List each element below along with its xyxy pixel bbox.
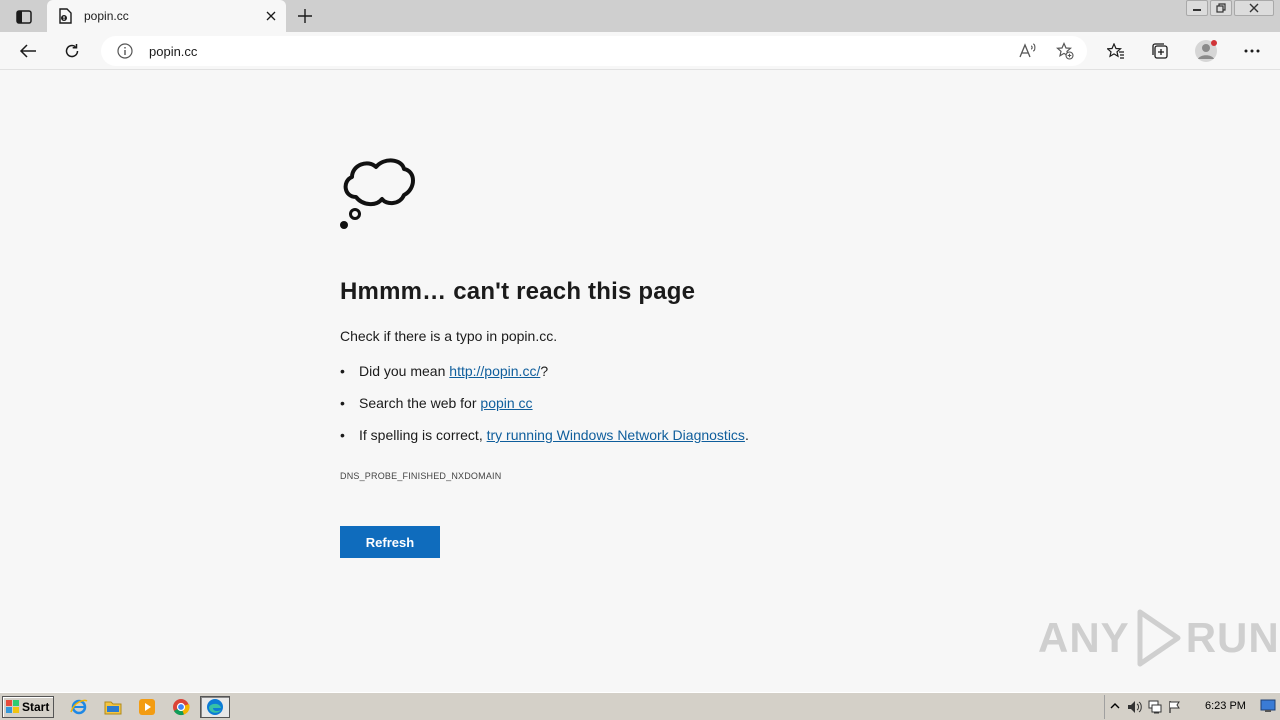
tab-title: popin.cc xyxy=(84,9,129,23)
taskbar: Start 6:23 PM xyxy=(0,692,1280,720)
add-favorite-icon[interactable] xyxy=(1055,41,1075,61)
windows-logo-icon xyxy=(6,700,19,713)
suggestion-item: • Search the web for popin cc xyxy=(340,395,533,411)
read-aloud-icon[interactable] xyxy=(1018,41,1038,61)
tab-strip: popin.cc xyxy=(0,0,1280,32)
back-icon[interactable] xyxy=(14,37,42,65)
site-info-icon[interactable] xyxy=(117,43,133,59)
refresh-button[interactable]: Refresh xyxy=(340,526,440,558)
address-url[interactable]: popin.cc xyxy=(149,44,197,59)
watermark-text-right: RUN xyxy=(1185,614,1280,661)
suggested-url-link[interactable]: http://popin.cc/ xyxy=(449,363,540,379)
volume-icon[interactable] xyxy=(1125,698,1145,716)
start-button[interactable]: Start xyxy=(2,696,54,718)
system-tray: 6:23 PM xyxy=(1104,695,1280,719)
close-tab-icon[interactable] xyxy=(262,7,280,25)
address-bar[interactable]: popin.cc xyxy=(101,36,1087,66)
new-tab-icon[interactable] xyxy=(294,5,316,27)
error-code: DNS_PROBE_FINISHED_NXDOMAIN xyxy=(340,471,502,481)
bullet: • xyxy=(340,427,345,443)
start-label: Start xyxy=(22,700,50,714)
bullet: • xyxy=(340,363,345,379)
search-web-link[interactable]: popin cc xyxy=(480,395,532,411)
suggestion-item: • Did you mean http://popin.cc/? xyxy=(340,363,548,379)
suggestion-text: If spelling is correct, xyxy=(359,427,487,443)
network-icon[interactable] xyxy=(1145,698,1165,716)
show-hidden-icons-icon[interactable] xyxy=(1105,698,1125,716)
error-page: Hmmm… can't reach this page Check if the… xyxy=(0,71,1280,692)
browser-tab[interactable]: popin.cc xyxy=(47,0,286,32)
file-explorer-icon[interactable] xyxy=(100,696,126,718)
page-error-icon xyxy=(57,8,73,24)
watermark-text-left: ANY xyxy=(1038,614,1130,661)
taskbar-clock[interactable]: 6:23 PM xyxy=(1205,700,1246,712)
page-title: Hmmm… can't reach this page xyxy=(340,278,696,305)
bullet: • xyxy=(340,395,345,411)
edge-icon[interactable] xyxy=(200,696,230,718)
suggestion-suffix: . xyxy=(744,427,749,443)
more-options-icon[interactable] xyxy=(1238,37,1266,65)
show-desktop-icon[interactable] xyxy=(1260,699,1276,713)
favorites-icon[interactable] xyxy=(1102,37,1130,65)
anyrun-watermark: ANY RUN xyxy=(1038,608,1280,668)
typo-hint: Check if there is a typo in popin.cc. xyxy=(340,328,558,344)
internet-explorer-icon[interactable] xyxy=(66,696,92,718)
browser-toolbar: popin.cc xyxy=(0,32,1280,70)
thought-bubble-icon xyxy=(340,158,415,229)
action-center-flag-icon[interactable] xyxy=(1165,698,1185,716)
minimize-icon[interactable] xyxy=(1186,0,1208,16)
suggestion-text: Did you mean xyxy=(359,363,450,379)
close-window-icon[interactable] xyxy=(1234,0,1274,16)
play-logo-icon xyxy=(1137,609,1181,667)
chrome-icon[interactable] xyxy=(168,696,194,718)
profile-avatar-icon[interactable] xyxy=(1192,37,1220,65)
network-diagnostics-link[interactable]: try running Windows Network Diagnostics xyxy=(487,427,745,443)
suggestion-suffix: ? xyxy=(540,363,549,379)
media-player-icon[interactable] xyxy=(134,696,160,718)
suggestion-item: • If spelling is correct, try running Win… xyxy=(340,427,749,443)
reload-icon[interactable] xyxy=(58,37,86,65)
suggestion-text: Search the web for xyxy=(359,395,481,411)
tab-actions-icon[interactable] xyxy=(10,6,38,28)
collections-icon[interactable] xyxy=(1146,37,1174,65)
restore-icon[interactable] xyxy=(1210,0,1232,16)
window-controls xyxy=(1186,0,1274,18)
